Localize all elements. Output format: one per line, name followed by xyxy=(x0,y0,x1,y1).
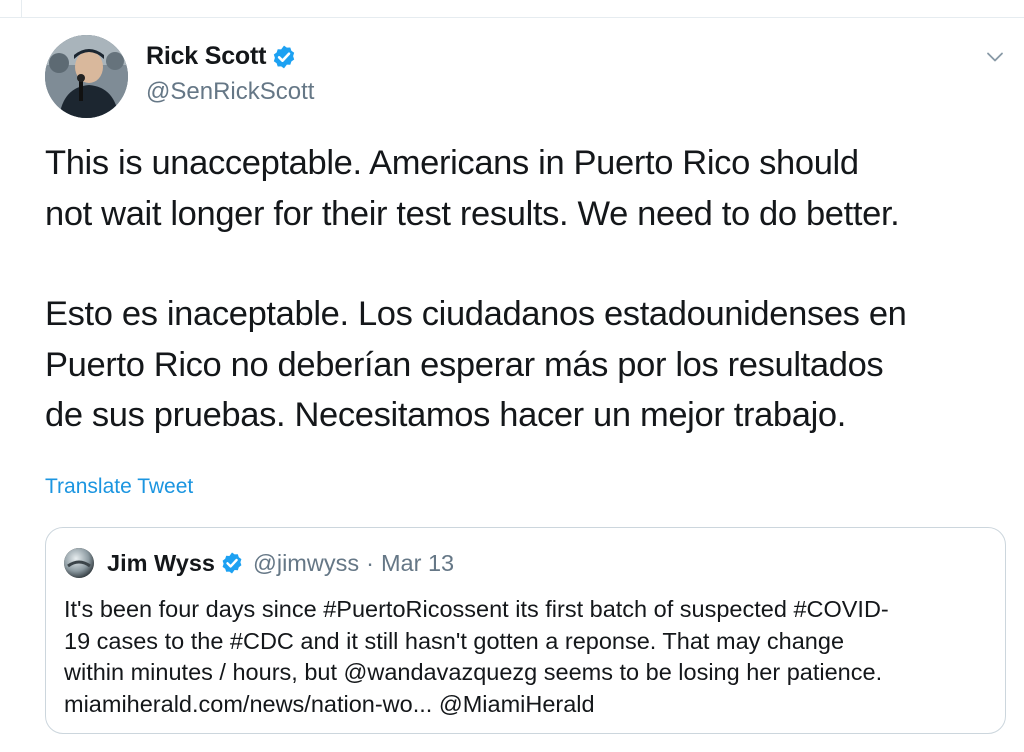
quote-date[interactable]: Mar 13 xyxy=(381,550,454,577)
author-handle[interactable]: @SenRickScott xyxy=(146,78,314,106)
chevron-down-icon[interactable] xyxy=(983,45,1007,69)
quote-avatar[interactable] xyxy=(64,548,94,578)
quote-author-display-name[interactable]: Jim Wyss xyxy=(107,550,215,577)
tweet-line: This is unacceptable. Americans in Puert… xyxy=(45,144,859,182)
tweet-text: This is unacceptable. Americans in Puert… xyxy=(45,138,1015,441)
quote-line: within minutes / hours, but @wandavazque… xyxy=(64,659,883,685)
divider xyxy=(0,17,1024,18)
verified-badge-icon xyxy=(274,45,295,68)
tweet-line: de sus pruebas. Necesitamos hacer un mej… xyxy=(45,396,846,434)
author-display-name[interactable]: Rick Scott xyxy=(146,42,266,71)
translate-tweet-link[interactable]: Translate Tweet xyxy=(45,475,193,499)
tweet-line: Puerto Rico no deberían esperar más por … xyxy=(45,345,884,384)
quote-line: miamiherald.com/news/nation-wo... @Miami… xyxy=(64,690,595,717)
avatar[interactable] xyxy=(45,35,128,118)
divider xyxy=(21,0,22,17)
verified-badge-icon xyxy=(222,552,242,574)
tweet-line: Esto es inaceptable. Los ciudadanos esta… xyxy=(45,295,907,333)
quote-text: It's been four days since #PuertoRicosse… xyxy=(64,594,994,720)
quote-line: It's been four days since #PuertoRicosse… xyxy=(64,596,889,622)
tweet-line: not wait longer for their test results. … xyxy=(45,194,900,233)
quote-line: 19 cases to the #CDC and it still hasn't… xyxy=(64,627,845,654)
separator-dot: · xyxy=(366,549,374,576)
quote-author-handle[interactable]: @jimwyss xyxy=(253,550,359,577)
quoted-tweet[interactable]: Jim Wyss @jimwyss · Mar 13 It's been fou… xyxy=(45,527,1006,734)
